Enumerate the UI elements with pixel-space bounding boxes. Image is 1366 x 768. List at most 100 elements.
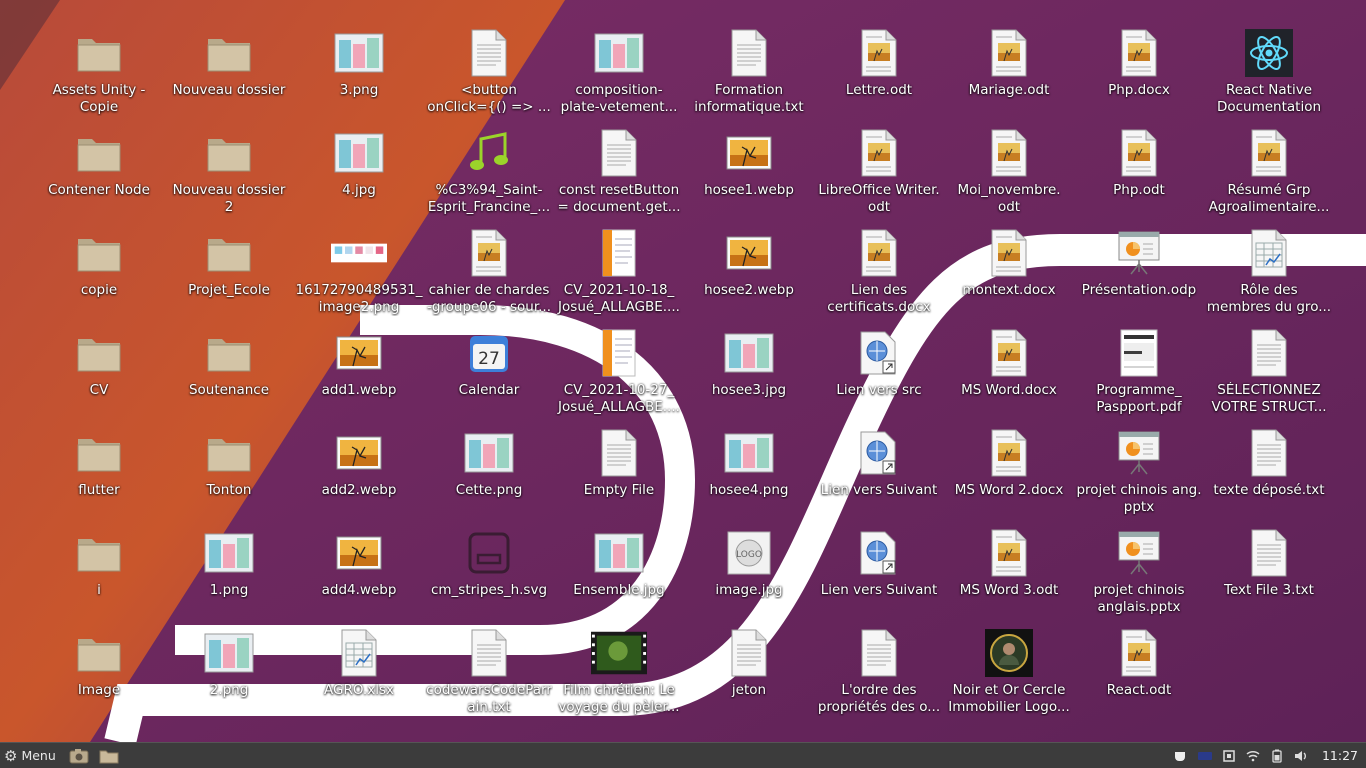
desktop-icon[interactable]: const resetButton = document.get... <box>554 126 684 226</box>
doc-icon <box>851 128 907 178</box>
desktop-icon[interactable]: CV_2021-10-27_ Josué_ALLAGBE.... <box>554 326 684 426</box>
keyboard-icon[interactable] <box>1197 749 1212 763</box>
desktop-icon[interactable]: React.odt <box>1074 626 1204 726</box>
desktop-icon-label: Présentation.odp <box>1081 282 1197 298</box>
desktop-icon[interactable]: texte déposé.txt <box>1204 426 1334 526</box>
desktop-icon[interactable]: Moi_novembre. odt <box>944 126 1074 226</box>
display-icon[interactable] <box>1222 749 1236 763</box>
files-launcher[interactable] <box>96 745 122 767</box>
desktop-icon[interactable]: SÉLECTIONNEZ VOTRE STRUCT... <box>1204 326 1334 426</box>
doc-icon <box>1111 128 1167 178</box>
desktop-icon[interactable]: MS Word 2.docx <box>944 426 1074 526</box>
desktop-icon[interactable]: 16172790489531_ image2.png <box>294 226 424 326</box>
desktop-icon[interactable]: 3.png <box>294 26 424 126</box>
desktop-icon[interactable]: jeton <box>684 626 814 726</box>
doc-icon <box>981 328 1037 378</box>
link-icon <box>851 528 907 578</box>
desktop-icon[interactable]: Présentation.odp <box>1074 226 1204 326</box>
desktop-icon[interactable]: 4.jpg <box>294 126 424 226</box>
desktop-icon[interactable]: cm_stripes_h.svg <box>424 526 554 626</box>
desktop-icon[interactable]: hosee4.png <box>684 426 814 526</box>
clock[interactable]: 11:27 <box>1322 748 1358 763</box>
desktop-icon[interactable]: Mariage.odt <box>944 26 1074 126</box>
desktop-icon[interactable]: add2.webp <box>294 426 424 526</box>
desktop-icon[interactable]: Php.docx <box>1074 26 1204 126</box>
desktop-icon[interactable]: 2.png <box>164 626 294 726</box>
desktop-icon[interactable]: Tonton <box>164 426 294 526</box>
desktop-icon[interactable]: LibreOffice Writer. odt <box>814 126 944 226</box>
desktop-icon-label: MS Word.docx <box>961 382 1057 398</box>
desktop-icon[interactable]: hosee3.jpg <box>684 326 814 426</box>
coffee-icon[interactable] <box>1174 749 1188 763</box>
desktop-icon[interactable]: <button onClick={() => ... <box>424 26 554 126</box>
desktop-icon[interactable]: Rôle des membres du gro... <box>1204 226 1334 326</box>
desktop-icon[interactable]: CV_2021-10-18_ Josué_ALLAGBE.... <box>554 226 684 326</box>
desktop-icon-label: texte déposé.txt <box>1213 482 1325 498</box>
desktop-icon[interactable]: codewarsCodeParr ain.txt <box>424 626 554 726</box>
desktop-icon[interactable]: AGRO.xlsx <box>294 626 424 726</box>
desktop-icon[interactable]: hosee1.webp <box>684 126 814 226</box>
folder-icon <box>71 428 127 478</box>
presentation-icon <box>1111 428 1167 478</box>
desktop-icon[interactable]: montext.docx <box>944 226 1074 326</box>
desktop-icon[interactable]: hosee2.webp <box>684 226 814 326</box>
desktop-icon[interactable]: Soutenance <box>164 326 294 426</box>
desktop-icon[interactable]: add1.webp <box>294 326 424 426</box>
desktop-icon[interactable]: Empty File <box>554 426 684 526</box>
desktop-icon-label: Lettre.odt <box>845 82 913 98</box>
desktop-icon[interactable]: Nouveau dossier 2 <box>164 126 294 226</box>
desktop-icon[interactable]: %C3%94_Saint- Esprit_Francine_... <box>424 126 554 226</box>
desktop-icon[interactable]: projet chinois ang. pptx <box>1074 426 1204 526</box>
desktop-icon[interactable]: Cette.png <box>424 426 554 526</box>
desktop-icon[interactable]: Lien vers Suivant <box>814 426 944 526</box>
desktop-icon[interactable]: Programme_ Paspport.pdf <box>1074 326 1204 426</box>
menu-button[interactable]: ⚙ Menu <box>0 743 62 768</box>
screenshot-launcher[interactable] <box>66 745 92 767</box>
desktop-icon-label: 3.png <box>339 82 379 98</box>
desktop-icon[interactable]: Noir et Or Cercle Immobilier Logo... <box>944 626 1074 726</box>
doc-icon <box>1241 128 1297 178</box>
desktop-icon[interactable]: Lien vers Suivant <box>814 526 944 626</box>
desktop-icon[interactable]: CV <box>34 326 164 426</box>
battery-icon[interactable] <box>1270 749 1284 763</box>
desktop-icon[interactable]: Text File 3.txt <box>1204 526 1334 626</box>
presentation-icon <box>1111 528 1167 578</box>
gear-icon: ⚙ <box>4 746 18 765</box>
desktop-icon-label: AGRO.xlsx <box>324 682 394 698</box>
desktop-icon[interactable]: flutter <box>34 426 164 526</box>
speaker-icon[interactable] <box>1294 749 1308 763</box>
desktop-icon[interactable]: Image <box>34 626 164 726</box>
svg-text:LOGO: LOGO <box>736 550 762 560</box>
doc-icon <box>1111 628 1167 678</box>
desktop-icon[interactable]: Nouveau dossier <box>164 26 294 126</box>
desktop-icon[interactable]: add4.webp <box>294 526 424 626</box>
desktop-icon[interactable]: Formation informatique.txt <box>684 26 814 126</box>
desktop-icon[interactable]: Résumé Grp Agroalimentaire... <box>1204 126 1334 226</box>
desktop-icon[interactable]: Film chrétien: Le voyage du pèler... <box>554 626 684 726</box>
desktop-icon[interactable]: MS Word 3.odt <box>944 526 1074 626</box>
desktop-icon[interactable]: MS Word.docx <box>944 326 1074 426</box>
folder-icon <box>201 328 257 378</box>
desktop-icon[interactable]: LOGO image.jpg <box>684 526 814 626</box>
desktop-icon[interactable]: composition- plate-vetement... <box>554 26 684 126</box>
desktop-icon[interactable]: Lien vers src <box>814 326 944 426</box>
wifi-icon[interactable] <box>1246 749 1260 763</box>
desktop-icon[interactable]: Php.odt <box>1074 126 1204 226</box>
desktop-icon[interactable]: L'ordre des propriétés des o... <box>814 626 944 726</box>
desktop-icon-label: MS Word 3.odt <box>959 582 1059 598</box>
desktop-icon[interactable]: cahier de chardes -groupe06 - sour... <box>424 226 554 326</box>
desktop-icon-label: projet chinois ang. pptx <box>1076 482 1202 515</box>
desktop-icon[interactable]: React Native Documentation <box>1204 26 1334 126</box>
desktop-icon[interactable]: projet chinois anglais.pptx <box>1074 526 1204 626</box>
desktop-icon[interactable]: Lien des certificats.docx <box>814 226 944 326</box>
desktop-icon[interactable]: 27 Calendar <box>424 326 554 426</box>
desktop-icon[interactable]: Lettre.odt <box>814 26 944 126</box>
desktop-icon[interactable]: Ensemble.jpg <box>554 526 684 626</box>
desktop-icon[interactable]: copie <box>34 226 164 326</box>
desktop-icon-label: add2.webp <box>321 482 397 498</box>
desktop-icon[interactable]: 1.png <box>164 526 294 626</box>
desktop-icon[interactable]: Projet_Ecole <box>164 226 294 326</box>
desktop-icon[interactable]: Contener Node <box>34 126 164 226</box>
desktop-icon[interactable]: i <box>34 526 164 626</box>
desktop-icon[interactable]: Assets Unity - Copie <box>34 26 164 126</box>
